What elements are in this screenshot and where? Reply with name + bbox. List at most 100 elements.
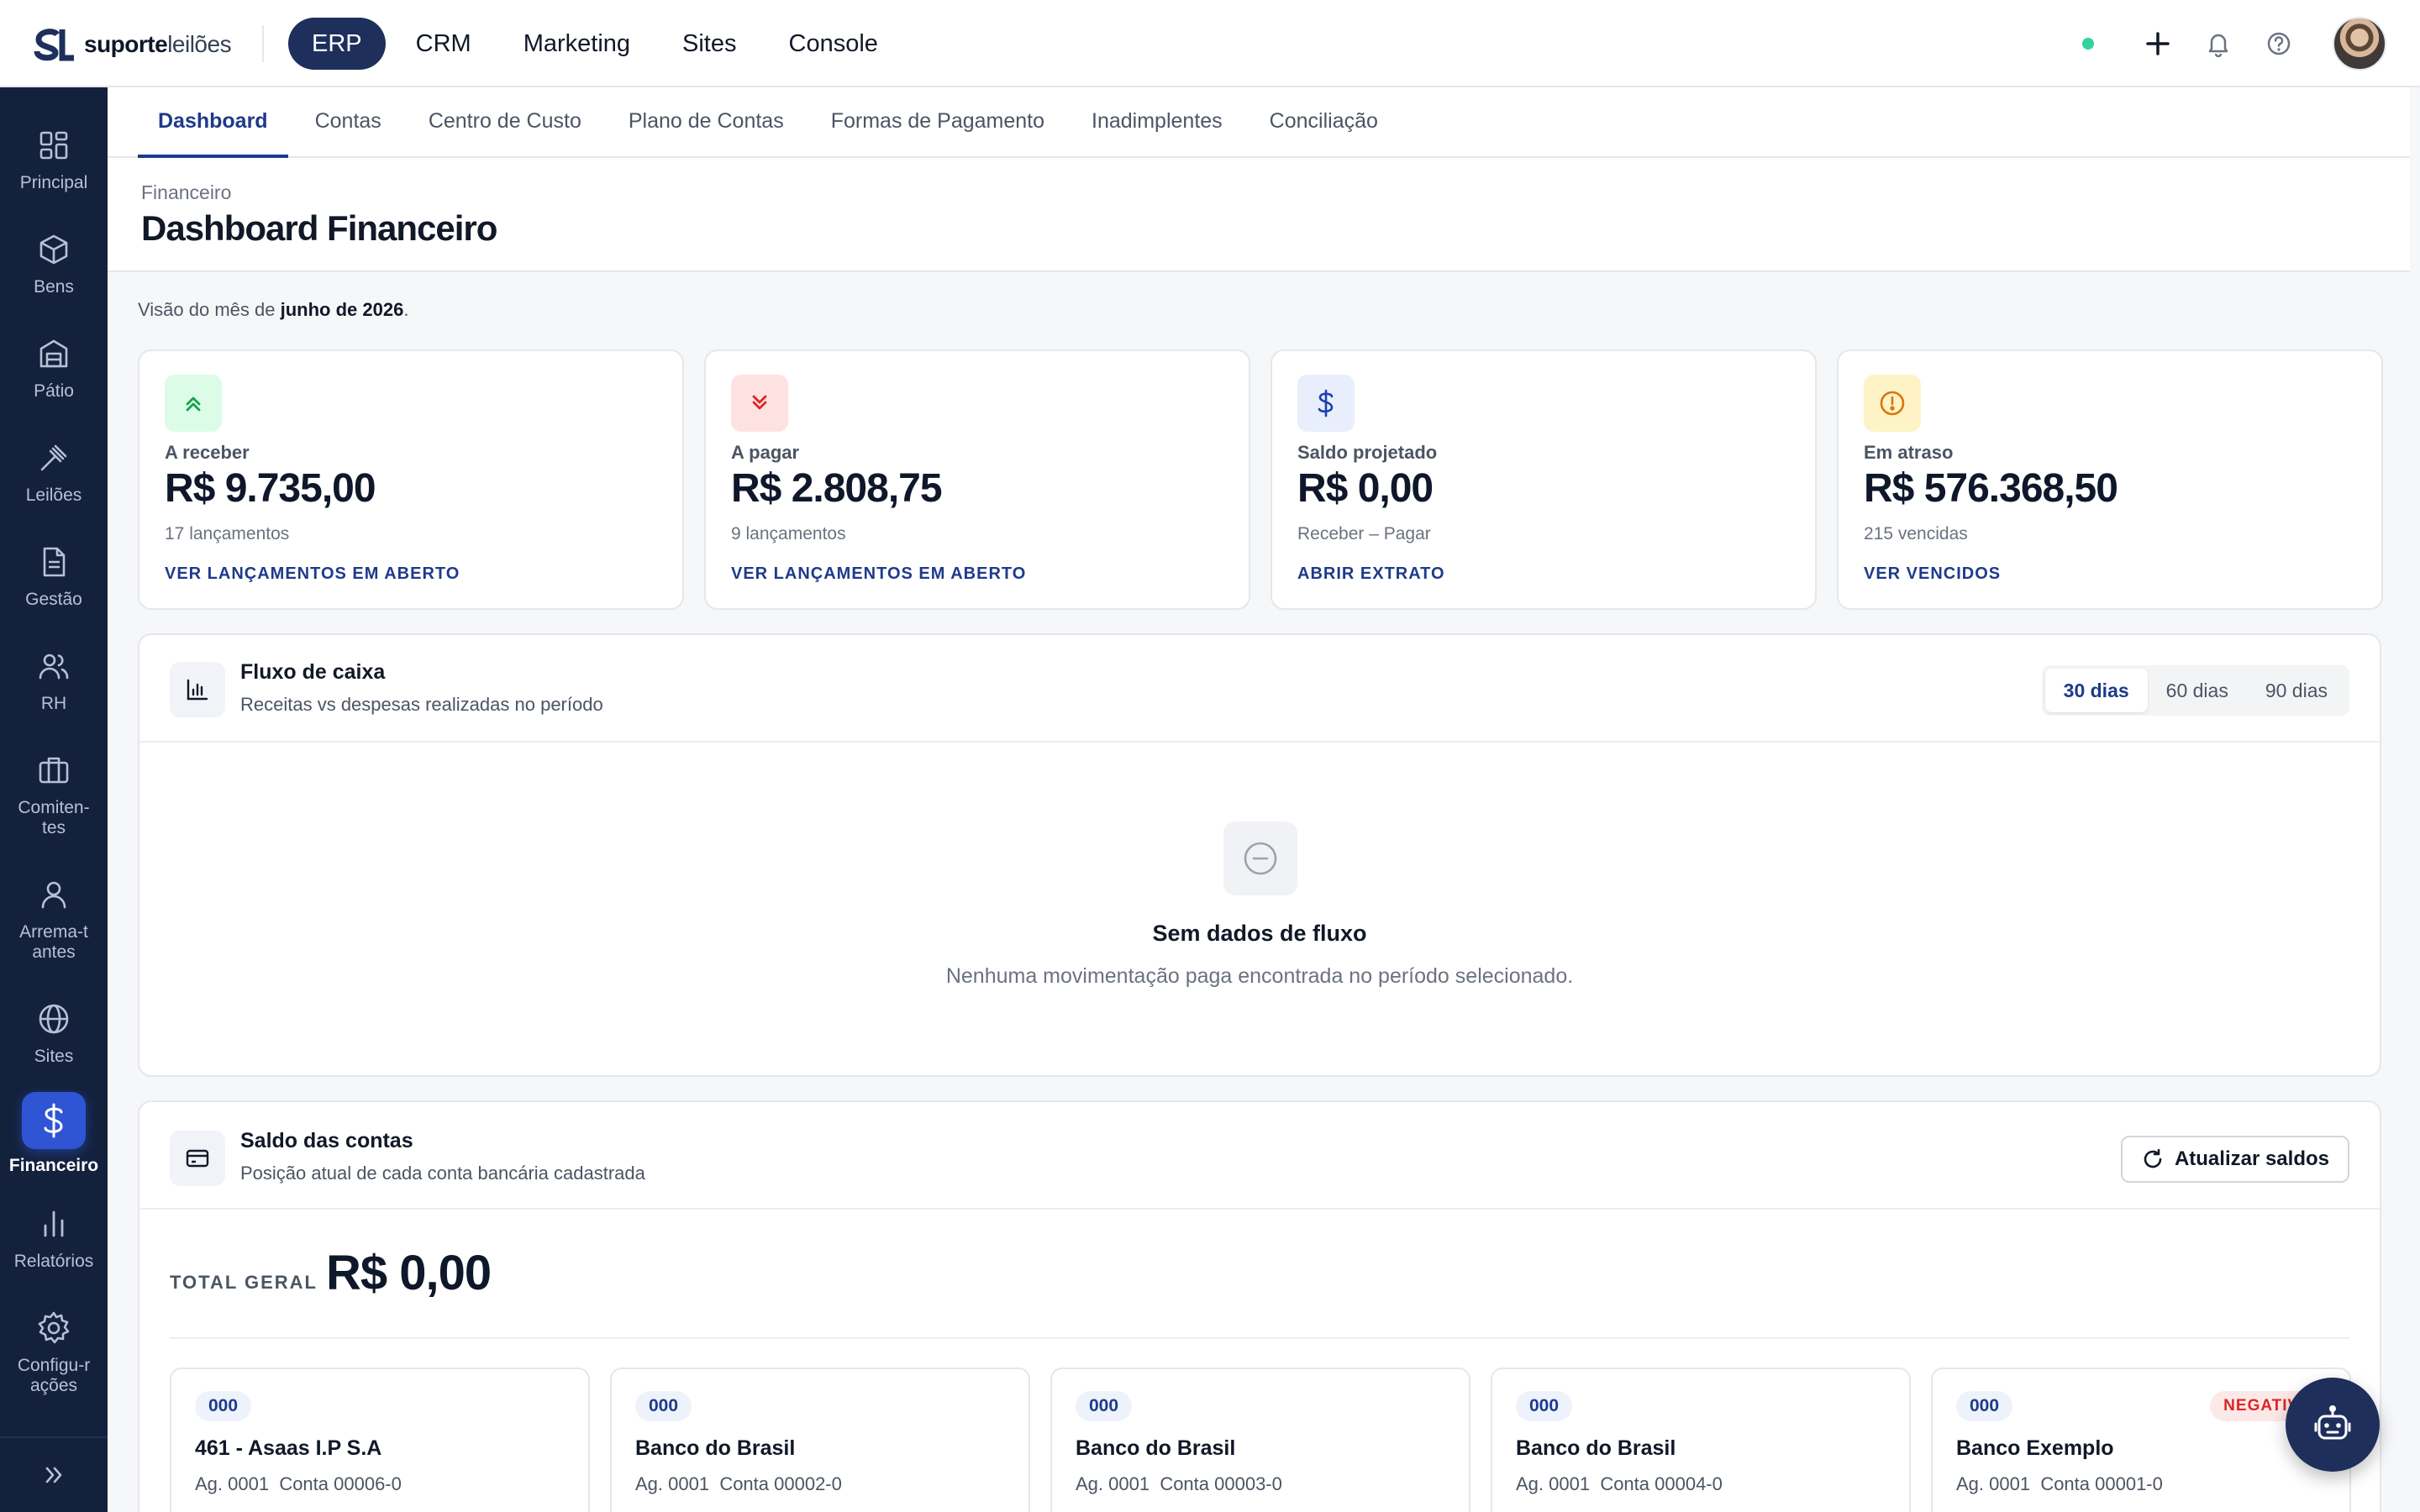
user-icon — [33, 874, 75, 916]
bank-account-card[interactable]: 000 Banco do Brasil Ag. 0001 Conta 00004… — [1491, 1368, 1911, 1512]
sidebar-item-principal[interactable]: Principal — [0, 124, 108, 193]
sidebar-item-configuracoes[interactable]: Configu-rações — [0, 1307, 108, 1396]
sidebar-item-label: Financeiro — [8, 1156, 99, 1175]
topbar-divider — [262, 25, 264, 62]
alert-circle-icon — [1864, 375, 1921, 432]
cashflow-subtitle: Receitas vs despesas realizadas no perío… — [240, 694, 603, 715]
module-nav: ERP CRM Marketing Sites Console — [288, 18, 905, 70]
module-sites[interactable]: Sites — [657, 18, 761, 70]
bank-account-card[interactable]: 000 461 - Asaas I.P S.A Ag. 0001 Conta 0… — [170, 1368, 590, 1512]
dollar-icon — [22, 1092, 86, 1149]
kpi-card-em-atraso: Em atraso R$ 576.368,50 215 vencidas VER… — [1837, 349, 2383, 610]
bank-code-badge: 000 — [1956, 1391, 2013, 1421]
kpi-value: R$ 9.735,00 — [165, 466, 376, 511]
sidebar-item-label: Relatórios — [13, 1252, 94, 1271]
bank-code-badge: 000 — [635, 1391, 692, 1421]
chevrons-down-icon — [731, 375, 788, 432]
bank-account-card[interactable]: 000 Banco do Brasil Ag. 0001 Conta 00003… — [1050, 1368, 1470, 1512]
sidebar-item-label: RH — [40, 694, 67, 713]
topbar-actions — [2082, 17, 2386, 71]
tab-conciliacao[interactable]: Conciliação — [1249, 86, 1398, 156]
bank-code-badge: 000 — [195, 1391, 252, 1421]
plus-icon[interactable] — [2139, 25, 2176, 62]
module-crm[interactable]: CRM — [391, 18, 497, 70]
bank-code-badge: 000 — [1516, 1391, 1573, 1421]
kpi-subtext: 215 vencidas — [1864, 524, 1968, 543]
sidebar-item-label: Configu-rações — [17, 1356, 91, 1395]
chevrons-right-icon — [45, 1467, 62, 1483]
sidebar-item-relatorios[interactable]: Relatórios — [0, 1203, 108, 1272]
total-value: R$ 0,00 — [326, 1246, 492, 1300]
minus-circle-icon — [1223, 822, 1297, 895]
section-divider — [139, 741, 2380, 743]
sidebar-item-gestao[interactable]: Gestão — [0, 541, 108, 610]
bank-account-info: Ag. 0001 Conta 00006-0 — [195, 1473, 402, 1494]
module-marketing[interactable]: Marketing — [498, 18, 655, 70]
tab-inadimplentes[interactable]: Inadimplentes — [1071, 86, 1243, 156]
tab-contas[interactable]: Contas — [295, 86, 402, 156]
grid-icon — [33, 124, 75, 166]
logo-mark-icon — [34, 29, 74, 61]
empty-state-message: Nenhuma movimentação paga encontrada no … — [945, 964, 1574, 988]
cashflow-section: Fluxo de caixa Receitas vs despesas real… — [138, 633, 2381, 1077]
tab-centro-de-custo[interactable]: Centro de Custo — [408, 86, 602, 156]
sidebar-item-label: Gestão — [25, 590, 82, 609]
bank-name: Banco Exemplo — [1956, 1436, 2114, 1460]
sidebar-expand-button[interactable] — [0, 1436, 108, 1512]
sidebar-item-comitentes[interactable]: Comiten-tes — [0, 749, 108, 838]
period-description: Visão do mês de junho de 2026. — [138, 299, 409, 320]
gavel-icon — [33, 437, 75, 479]
balances-subtitle: Posição atual de cada conta bancária cad… — [240, 1163, 645, 1184]
module-erp[interactable]: ERP — [288, 18, 386, 70]
kpi-label: A pagar — [731, 442, 800, 463]
sidebar-item-patio[interactable]: Pátio — [0, 333, 108, 402]
refresh-balances-button[interactable]: Atualizar saldos — [2120, 1136, 2349, 1183]
sidebar-item-leiloes[interactable]: Leilões — [0, 437, 108, 506]
assistant-bot-button[interactable] — [2286, 1378, 2380, 1472]
kpi-link[interactable]: VER LANÇAMENTOS EM ABERTO — [165, 564, 460, 584]
sidebar-item-bens[interactable]: Bens — [0, 228, 108, 297]
kpi-subtext: 9 lançamentos — [731, 524, 846, 543]
bank-account-info: Ag. 0001 Conta 00002-0 — [635, 1473, 842, 1494]
kpi-label: Saldo projetado — [1297, 442, 1438, 463]
sidebar-item-financeiro[interactable]: Financeiro — [0, 1092, 108, 1176]
balances-title: Saldo das contas — [240, 1129, 413, 1152]
user-avatar[interactable] — [2333, 17, 2386, 71]
sidebar-item-label: Principal — [19, 173, 88, 192]
tab-dashboard[interactable]: Dashboard — [138, 86, 288, 158]
refresh-icon — [2144, 1148, 2162, 1168]
tab-plano-de-contas[interactable]: Plano de Contas — [608, 86, 804, 156]
bell-icon[interactable] — [2200, 25, 2237, 62]
tab-formas-de-pagamento[interactable]: Formas de Pagamento — [811, 86, 1065, 156]
module-console[interactable]: Console — [764, 18, 903, 70]
dollar-icon — [1297, 375, 1355, 432]
range-90-dias[interactable]: 90 dias — [2247, 669, 2346, 712]
bank-name: Banco do Brasil — [635, 1436, 796, 1460]
sidebar-item-label: Arrema-tantes — [19, 922, 88, 962]
online-status-indicator — [2082, 38, 2094, 50]
bar-chart-icon — [170, 662, 225, 717]
bank-code-badge: 000 — [1076, 1391, 1133, 1421]
kpi-link[interactable]: VER LANÇAMENTOS EM ABERTO — [731, 564, 1026, 584]
range-30-dias[interactable]: 30 dias — [2044, 669, 2148, 712]
kpi-label: Em atraso — [1864, 442, 1954, 463]
kpi-link[interactable]: VER VENCIDOS — [1864, 564, 2001, 584]
range-60-dias[interactable]: 60 dias — [2148, 669, 2247, 712]
bank-account-card[interactable]: 000 Banco do Brasil Ag. 0001 Conta 00002… — [610, 1368, 1030, 1512]
sidebar-item-sites[interactable]: Sites — [0, 998, 108, 1067]
kpi-value: R$ 2.808,75 — [731, 466, 943, 511]
kpi-link[interactable]: ABRIR EXTRATO — [1297, 564, 1445, 584]
brand-logo[interactable]: suporteleilões — [34, 24, 232, 66]
kpi-value: R$ 576.368,50 — [1864, 466, 2118, 511]
top-bar: suporteleilões ERP CRM Marketing Sites C… — [0, 0, 2420, 87]
breadcrumb[interactable]: Financeiro — [141, 181, 231, 204]
sidebar-item-arrematantes[interactable]: Arrema-tantes — [0, 874, 108, 963]
bank-account-info: Ag. 0001 Conta 00004-0 — [1516, 1473, 1723, 1494]
section-divider — [170, 1337, 2349, 1339]
sidebar-item-rh[interactable]: RH — [0, 645, 108, 714]
brand-name: suporteleilões — [84, 31, 232, 57]
bank-name: 461 - Asaas I.P S.A — [195, 1436, 382, 1460]
help-icon[interactable] — [2260, 25, 2297, 62]
sidebar: Principal Bens Pátio Leilões Gestão RH C… — [0, 87, 108, 1512]
robot-icon — [2314, 1405, 2351, 1440]
